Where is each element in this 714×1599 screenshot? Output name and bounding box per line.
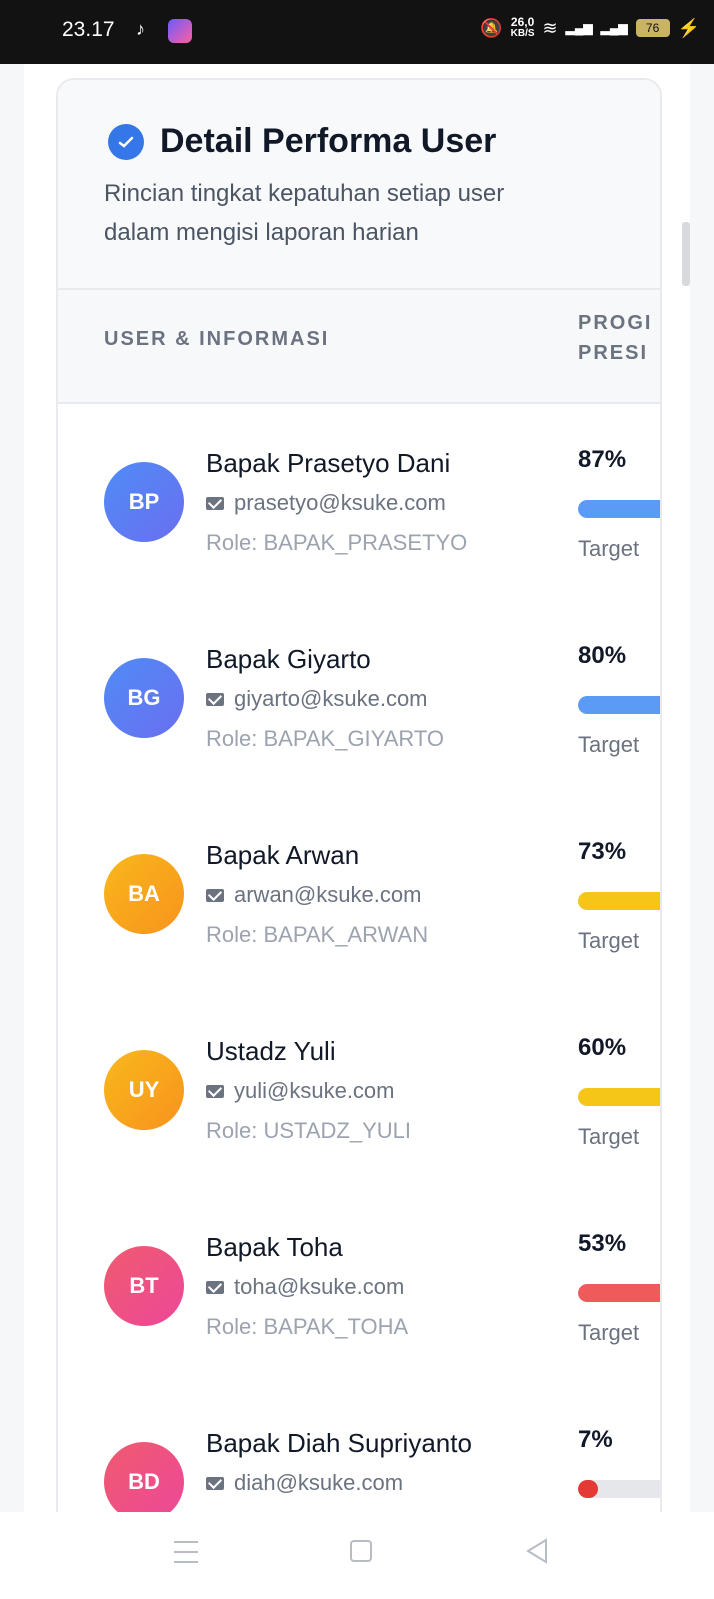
- progress-bar-fill: [578, 1480, 598, 1498]
- column-header-progress-line1: PROGI: [578, 312, 653, 334]
- progress-percent: 80%: [578, 642, 627, 669]
- user-email-text: giyarto@ksuke.com: [234, 686, 428, 711]
- user-email: toha@ksuke.com: [206, 1274, 404, 1300]
- user-email: giyarto@ksuke.com: [206, 686, 428, 712]
- progress-target: Target: [578, 928, 640, 953]
- table-row[interactable]: UY Ustadz Yuli yuli@ksuke.com Role: USTADZ_…: [58, 992, 660, 1194]
- user-email: arwan@ksuke.com: [206, 882, 421, 908]
- table-row[interactable]: BP Bapak Prasetyo Dani prasetyo@ksuke.com R…: [58, 404, 660, 606]
- user-name: Ustadz Yuli: [206, 1036, 336, 1066]
- progress-bar-fill: [578, 892, 660, 910]
- progress-percent: 7%: [578, 1426, 613, 1453]
- mute-icon: 🔕: [480, 17, 503, 38]
- progress-target: Target: [578, 536, 640, 561]
- user-role: Role: BAPAK_ARWAN: [206, 922, 429, 947]
- signal-icon: ▂▄▆: [565, 21, 593, 35]
- progress-bar: [578, 892, 660, 910]
- user-role: Role: BAPAK_PRASETYO: [206, 530, 468, 555]
- card-title: Detail Performa User: [160, 122, 497, 160]
- table-row[interactable]: BD Bapak Diah Supriyanto diah@ksuke.com 7%: [58, 1384, 660, 1530]
- mail-icon: [206, 1280, 224, 1294]
- user-email-text: arwan@ksuke.com: [234, 882, 422, 907]
- charging-icon: ⚡: [677, 17, 700, 38]
- progress-bar: [578, 696, 660, 714]
- progress-target: Target: [578, 1124, 640, 1149]
- progress-bar-fill: [578, 1088, 660, 1106]
- user-email-text: diah@ksuke.com: [234, 1470, 404, 1495]
- user-name: Bapak Diah Supriyanto: [206, 1428, 472, 1458]
- progress-bar: [578, 1480, 660, 1498]
- avatar: BP: [104, 462, 184, 542]
- column-header-progress: PROGI PRESI: [578, 308, 652, 368]
- user-email-text: prasetyo@ksuke.com: [234, 490, 446, 515]
- user-name: Bapak Giyarto: [206, 644, 371, 674]
- progress-bar-fill: [578, 500, 660, 518]
- column-header-user: USER & INFORMASI: [104, 328, 330, 350]
- app-notification-icon: [168, 19, 192, 43]
- progress-bar-fill: [578, 1284, 660, 1302]
- progress-target: Target: [578, 1320, 640, 1345]
- scrollbar[interactable]: [682, 222, 690, 286]
- mail-icon: [206, 888, 224, 902]
- avatar: BA: [104, 854, 184, 934]
- avatar: UY: [104, 1050, 184, 1130]
- progress-bar-fill: [578, 696, 660, 714]
- performance-card: Detail Performa User Rincian tingkat kep…: [56, 78, 662, 1532]
- user-email-text: yuli@ksuke.com: [234, 1078, 395, 1103]
- user-name: Bapak Arwan: [206, 840, 360, 870]
- progress-bar: [578, 500, 660, 518]
- avatar: BT: [104, 1246, 184, 1326]
- progress-percent: 87%: [578, 446, 627, 473]
- wifi-icon: ≋: [542, 17, 558, 38]
- user-role: Role: BAPAK_GIYARTO: [206, 726, 445, 751]
- table-row[interactable]: BG Bapak Giyarto giyarto@ksuke.com Role: BA…: [58, 600, 660, 802]
- menu-icon[interactable]: [174, 1541, 198, 1563]
- column-header-progress-line2: PRESI: [578, 342, 649, 364]
- mail-icon: [206, 496, 224, 510]
- network-speed-value: 26,0: [510, 15, 535, 29]
- card-subtitle: Rincian tingkat kepatuhan setiap user da…: [104, 180, 505, 246]
- home-icon[interactable]: [350, 1540, 372, 1562]
- user-role: Role: USTADZ_YULI: [206, 1118, 411, 1143]
- mail-icon: [206, 1476, 224, 1490]
- table-row[interactable]: BT Bapak Toha toha@ksuke.com Role: BAPAK_TO…: [58, 1188, 660, 1390]
- progress-target: Target: [578, 732, 640, 757]
- avatar: BD: [104, 1442, 184, 1522]
- mail-icon: [206, 1084, 224, 1098]
- user-name: Bapak Toha: [206, 1232, 343, 1262]
- check-circle-icon: [108, 123, 144, 160]
- progress-percent: 60%: [578, 1034, 627, 1061]
- signal-icon-2: ▂▄▆: [600, 21, 628, 35]
- user-name: Bapak Prasetyo Dani: [206, 448, 451, 478]
- progress-bar: [578, 1284, 660, 1302]
- user-email: prasetyo@ksuke.com: [206, 490, 446, 516]
- tiktok-icon: ♪: [136, 19, 145, 39]
- user-role: Role: BAPAK_TOHA: [206, 1314, 409, 1339]
- battery-icon: 76: [635, 19, 670, 37]
- progress-bar: [578, 1088, 660, 1106]
- avatar: BG: [104, 658, 184, 738]
- user-email-text: toha@ksuke.com: [234, 1274, 405, 1299]
- mail-icon: [206, 692, 224, 706]
- system-navigation-bar: [0, 1512, 714, 1599]
- user-email: diah@ksuke.com: [206, 1470, 403, 1496]
- progress-percent: 53%: [578, 1230, 627, 1257]
- back-icon[interactable]: [524, 1537, 550, 1565]
- status-time: 23.17: [62, 18, 115, 41]
- user-email: yuli@ksuke.com: [206, 1078, 395, 1104]
- network-speed-unit: KB/S: [510, 28, 535, 39]
- progress-percent: 73%: [578, 838, 627, 865]
- card-header: Detail Performa User Rincian tingkat kep…: [58, 80, 660, 290]
- status-bar: 23.17 ♪ 🔕 26,0 KB/S ≋ ▂▄▆ ▂▄▆ 76 ⚡: [0, 0, 714, 64]
- table-row[interactable]: BA Bapak Arwan arwan@ksuke.com Role: BAPAK_…: [58, 796, 660, 998]
